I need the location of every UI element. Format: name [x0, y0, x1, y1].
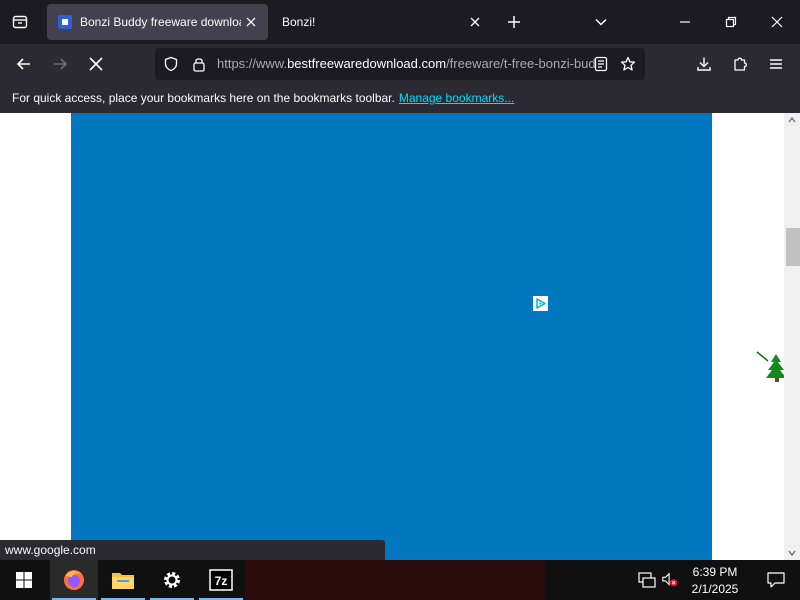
page-scrollbar[interactable] [784, 113, 800, 560]
firefox-view-icon [12, 15, 28, 29]
page-content [0, 113, 784, 560]
forward-button[interactable] [48, 52, 72, 76]
tab-bonzi[interactable]: Bonzi! [272, 4, 492, 40]
scroll-up-button[interactable] [784, 113, 800, 127]
tab-bonzi-buddy-download[interactable]: Bonzi Buddy freeware download [47, 4, 268, 40]
windows-taskbar: 7z 6:39 PM 2/1/2025 [0, 560, 800, 600]
chevron-down-icon [595, 18, 607, 26]
close-tab-button[interactable] [465, 12, 485, 32]
clock-time: 6:39 PM [692, 565, 738, 579]
chevron-up-icon [788, 117, 796, 123]
folder-icon [112, 573, 134, 589]
close-icon [771, 16, 783, 28]
bookmarks-toolbar-message: For quick access, place your bookmarks h… [12, 91, 395, 105]
download-icon [697, 57, 711, 71]
scroll-down-button[interactable] [784, 546, 800, 560]
plus-icon [508, 16, 520, 28]
taskbar-file-explorer-button[interactable] [99, 560, 147, 600]
firefox-icon [64, 570, 84, 590]
stop-loading-button[interactable] [84, 52, 108, 76]
url-path: /freeware/t-free-bonzi-buddy.html [446, 56, 595, 71]
site-info-button[interactable] [191, 56, 207, 72]
app-menu-button[interactable] [764, 52, 788, 76]
arrow-right-icon [54, 58, 68, 70]
minimize-button[interactable] [673, 10, 697, 34]
url-text[interactable]: https://www.bestfreewaredownload.com/fre… [217, 56, 595, 72]
url-prefix: https://www. [217, 56, 288, 71]
tab-strip: Bonzi Buddy freeware download Bonzi! [0, 0, 800, 44]
volume-muted-icon[interactable] [661, 571, 679, 589]
notification-icon [767, 572, 785, 588]
downloads-button[interactable] [692, 52, 716, 76]
windows-logo-icon [16, 572, 32, 588]
url-bar[interactable]: https://www.bestfreewaredownload.com/fre… [155, 48, 645, 80]
taskbar-settings-button[interactable] [148, 560, 196, 600]
christmas-tree-image [756, 350, 784, 384]
chevron-down-icon [788, 550, 796, 556]
close-window-button[interactable] [765, 10, 789, 34]
navigation-toolbar: https://www.bestfreewaredownload.com/fre… [0, 44, 800, 84]
action-center-button[interactable] [752, 560, 800, 600]
clock-date: 2/1/2025 [691, 582, 739, 596]
gear-icon [164, 572, 180, 588]
puzzle-icon [734, 57, 748, 71]
bookmark-page-button[interactable] [620, 56, 636, 72]
scrollbar-thumb[interactable] [786, 228, 800, 266]
tab-title: Bonzi! [282, 15, 316, 29]
firefox-view-button[interactable] [8, 10, 32, 34]
advertisement-banner[interactable] [71, 113, 712, 560]
system-clock[interactable]: 6:39 PM 2/1/2025 [684, 562, 746, 598]
star-icon [620, 56, 636, 71]
manage-bookmarks-link[interactable]: Manage bookmarks... [399, 91, 514, 105]
stop-icon [89, 57, 103, 71]
start-button[interactable] [0, 560, 48, 600]
desktop-wallpaper-strip [245, 560, 545, 600]
extensions-button[interactable] [728, 52, 752, 76]
restore-icon [725, 16, 737, 28]
tab-title: Bonzi Buddy freeware download [80, 15, 241, 29]
back-button[interactable] [12, 52, 36, 76]
shield-icon [164, 56, 178, 72]
list-all-tabs-button[interactable] [589, 10, 613, 34]
adchoices-button[interactable] [533, 296, 548, 311]
link-status-tooltip: www.google.com [0, 540, 385, 560]
svg-text:7z: 7z [215, 574, 228, 588]
new-tab-button[interactable] [502, 10, 526, 34]
close-icon [470, 17, 480, 27]
7zip-icon: 7z [209, 569, 233, 591]
reader-view-button[interactable] [593, 56, 609, 72]
restore-button[interactable] [719, 10, 743, 34]
site-favicon-icon [58, 15, 72, 29]
taskbar-firefox-button[interactable] [50, 560, 98, 600]
taskbar-7zip-button[interactable]: 7z [197, 560, 245, 600]
minimize-icon [680, 21, 690, 23]
tracking-protection-button[interactable] [163, 56, 179, 72]
bookmarks-toolbar: For quick access, place your bookmarks h… [0, 84, 800, 113]
url-domain: bestfreewaredownload.com [287, 56, 447, 71]
reader-view-icon [594, 56, 608, 72]
adchoices-icon [536, 298, 546, 309]
arrow-left-icon [16, 58, 30, 70]
lock-icon [193, 58, 205, 72]
close-tab-button[interactable] [241, 12, 261, 32]
network-icon[interactable] [638, 571, 656, 589]
hamburger-icon [770, 59, 782, 69]
close-icon [246, 17, 256, 27]
